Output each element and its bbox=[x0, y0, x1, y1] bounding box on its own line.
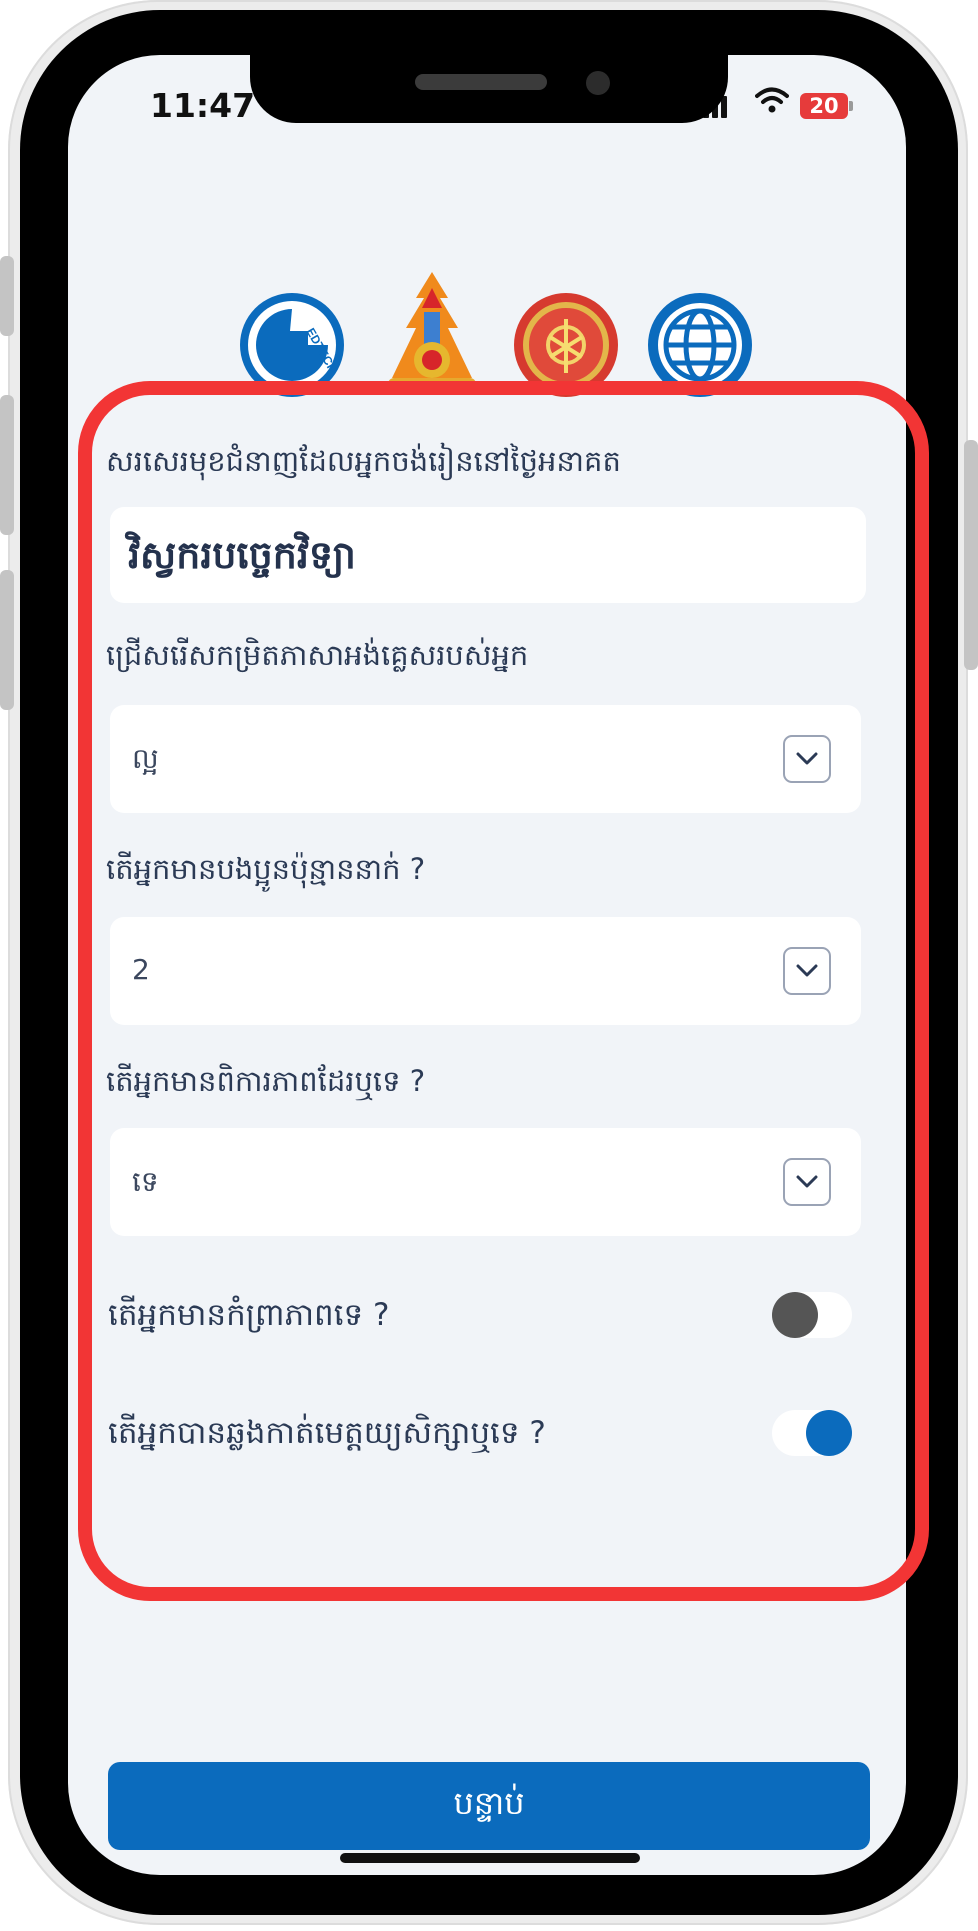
wifi-icon bbox=[755, 86, 789, 118]
siblings-select[interactable]: 2 bbox=[110, 917, 861, 1025]
disability-label: តើអ្នកមានពិការភាពដែរឬទេ ? bbox=[106, 1064, 426, 1098]
english-level-select[interactable]: ល្អ bbox=[110, 705, 861, 813]
volume-up-button bbox=[0, 395, 14, 535]
passed-exam-toggle[interactable] bbox=[772, 1410, 852, 1456]
home-indicator bbox=[340, 1853, 640, 1863]
siblings-label: តើអ្នកមានបងប្អូនប៉ុន្មាននាក់ ? bbox=[106, 852, 426, 886]
chevron-down-icon[interactable] bbox=[783, 735, 831, 783]
orphan-toggle-knob bbox=[772, 1292, 818, 1338]
disability-value: ទេ bbox=[132, 1165, 159, 1198]
speaker-grille bbox=[415, 74, 547, 90]
dream-job-input[interactable]: វិស្វករបច្ចេកវិទ្យា bbox=[110, 507, 866, 603]
english-level-value: ល្អ bbox=[132, 742, 159, 775]
volume-down-button bbox=[0, 570, 14, 710]
mute-switch bbox=[0, 256, 14, 336]
chevron-down-icon[interactable] bbox=[783, 947, 831, 995]
status-time: 11:47 bbox=[150, 86, 256, 125]
orphan-toggle[interactable] bbox=[772, 1292, 852, 1338]
english-level-label: ជ្រើសរើសកម្រិតភាសាអង់គ្លេសរបស់អ្នក bbox=[106, 638, 529, 672]
disability-select[interactable]: ទេ bbox=[110, 1128, 861, 1236]
orphan-label: តើអ្នកមានកំព្រាភាពទេ ? bbox=[108, 1297, 390, 1333]
next-button[interactable]: បន្ទាប់ bbox=[108, 1762, 870, 1850]
passed-exam-label: តើអ្នកបានឆ្លងកាត់មេត្តយ្យសិក្សាឬទេ ? bbox=[108, 1415, 546, 1451]
siblings-value: 2 bbox=[132, 953, 150, 986]
dream-job-label: សរសេរមុខជំនាញដែលអ្នកចង់រៀននៅថ្ងៃអនាគត bbox=[106, 444, 621, 478]
battery-icon: 20 bbox=[800, 93, 848, 119]
chevron-down-icon[interactable] bbox=[783, 1158, 831, 1206]
dream-job-value: វិស្វករបច្ចេកវិទ្យា bbox=[128, 533, 356, 577]
battery-cap bbox=[849, 101, 853, 111]
passed-exam-toggle-knob bbox=[806, 1410, 852, 1456]
power-button bbox=[964, 440, 978, 670]
front-camera bbox=[586, 71, 610, 95]
